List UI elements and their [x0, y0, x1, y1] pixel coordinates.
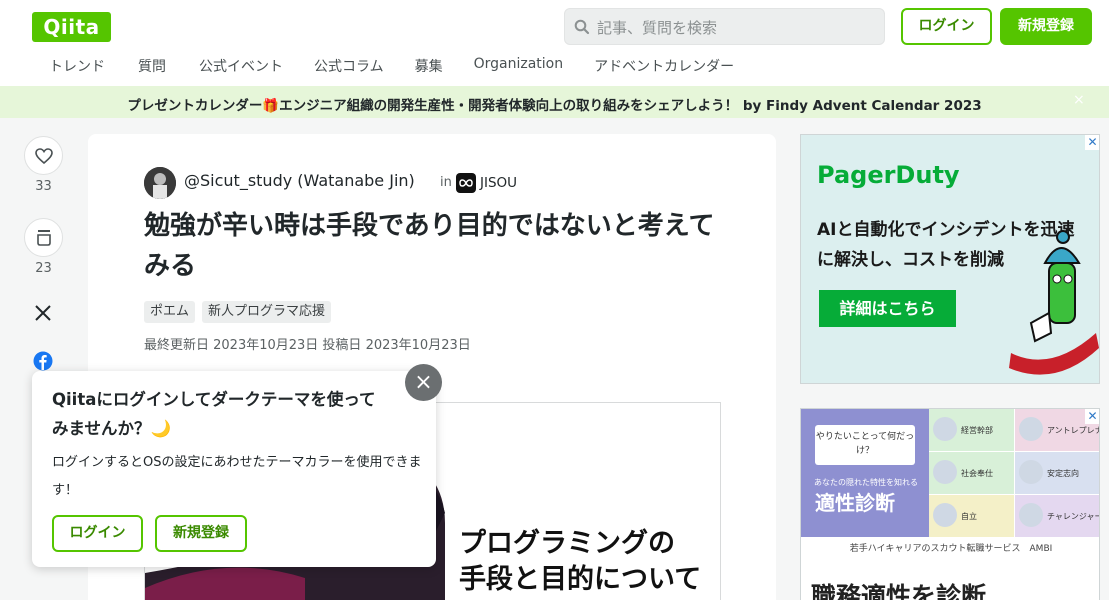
author-name[interactable]: @Sicut_study (Watanabe Jin)	[184, 171, 415, 190]
article-dates: 最終更新日 2023年10月23日 投稿日 2023年10月23日	[144, 338, 471, 353]
ad-brand: PagerDuty	[817, 161, 960, 189]
qiita-logo[interactable]: Qiita	[32, 12, 111, 42]
heart-icon	[35, 148, 53, 165]
ad2-left-panel: やりたいことって何だっけ？ あなたの隠れた特性を知れる 適性診断	[801, 409, 929, 537]
ad-pagerduty[interactable]: PagerDuty AIと自動化でインシデントを迅速に解決し、コストを削減 詳細…	[800, 134, 1100, 384]
nav-official-events[interactable]: 公式イベント	[199, 56, 283, 78]
ad2-cell: チャレンジャー	[1015, 495, 1099, 537]
ad-ambi[interactable]: やりたいことって何だっけ？ あなたの隠れた特性を知れる 適性診断 経営幹部 アン…	[800, 408, 1100, 600]
ad2-cell: 安定志向	[1015, 452, 1099, 494]
x-share-icon[interactable]	[33, 303, 53, 323]
hero-text-line1: プログラミングの	[459, 528, 675, 559]
nav-official-columns[interactable]: 公式コラム	[314, 56, 384, 78]
nav-advent-calendar[interactable]: アドベントカレンダー	[594, 56, 734, 78]
ad2-bubble: やりたいことって何だっけ？	[815, 425, 915, 465]
ad2-close-icon[interactable]: ✕	[1085, 409, 1099, 424]
banner-close-icon[interactable]: ×	[1073, 92, 1085, 108]
stock-button[interactable]	[24, 218, 63, 257]
ad-details-button[interactable]: 詳細はこちら	[819, 290, 956, 327]
article-title: 勉強が辛い時は手段であり目的ではないと考えてみる	[144, 211, 715, 281]
ad2-bottom-headline: 職務適性を診断	[811, 582, 987, 600]
org-in-label: in	[440, 175, 452, 190]
stock-count: 23	[35, 261, 52, 276]
org-name[interactable]: JISOU	[480, 175, 517, 191]
nav-recruit[interactable]: 募集	[415, 56, 443, 78]
like-button[interactable]	[24, 136, 63, 175]
search-input[interactable]: 記事、質問を検索	[564, 8, 885, 45]
popup-title: Qiitaにログインしてダークテーマを使ってみませんか？🌙	[52, 390, 376, 438]
search-icon	[574, 19, 590, 35]
nav-trend[interactable]: トレンド	[49, 56, 105, 78]
banner-text[interactable]: プレゼントカレンダー🎁エンジニア組織の開発生産性・開発者体験向上の取り組みをシェ…	[0, 94, 1109, 114]
main-nav: トレンド 質問 公式イベント 公式コラム 募集 Organization アドベ…	[32, 56, 734, 78]
like-count: 33	[35, 179, 52, 194]
stock-icon	[37, 230, 51, 246]
signup-button[interactable]: 新規登録	[1000, 8, 1092, 45]
nav-questions[interactable]: 質問	[138, 56, 166, 78]
popup-body: ログインするとOSの設定にあわせたテーマカラーを使用できます！	[52, 455, 422, 498]
login-button[interactable]: ログイン	[901, 8, 992, 45]
ad2-footer-text: 若手ハイキャリアのスカウト転職サービス AMBI	[849, 544, 1053, 554]
facebook-share-icon[interactable]	[33, 351, 53, 371]
ad-close-icon[interactable]: ✕	[1085, 135, 1099, 150]
ad2-cell: 社会奉仕	[929, 452, 1014, 494]
avatar-image	[144, 167, 176, 199]
mascot-image	[1009, 230, 1099, 375]
popup-login-button[interactable]: ログイン	[52, 515, 143, 552]
hero-text-line2: 手段と目的について	[459, 564, 702, 595]
announcement-banner[interactable]: プレゼントカレンダー🎁エンジニア組織の開発生産性・開発者体験向上の取り組みをシェ…	[0, 86, 1109, 118]
tag-new-programmer[interactable]: 新人プログラマ応援	[202, 301, 332, 323]
ad2-cell: 経営幹部	[929, 409, 1014, 451]
popup-signup-button[interactable]: 新規登録	[155, 515, 247, 552]
popup-close-icon[interactable]: ×	[405, 364, 442, 401]
ad2-headline: 適性診断	[815, 491, 895, 515]
org-logo-icon[interactable]	[456, 173, 476, 193]
author-avatar[interactable]	[144, 167, 176, 199]
site-header: Qiita 記事、質問を検索 ログイン 新規登録 トレンド 質問 公式イベント …	[0, 0, 1109, 86]
dark-theme-popup: Qiitaにログインしてダークテーマを使ってみませんか？🌙 ログインするとOSの…	[32, 371, 436, 567]
ad2-cell: 自立	[929, 495, 1014, 537]
search-placeholder: 記事、質問を検索	[597, 19, 718, 37]
nav-organization[interactable]: Organization	[474, 56, 564, 78]
tag-poem[interactable]: ポエム	[144, 301, 196, 323]
